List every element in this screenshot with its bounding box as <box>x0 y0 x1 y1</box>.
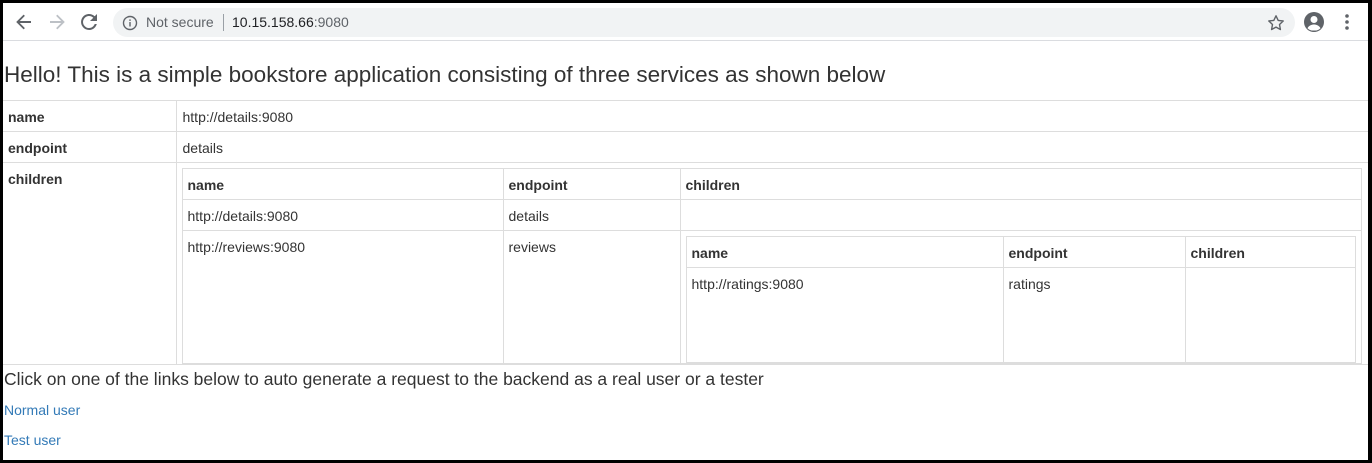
children-cell: name endpoint children http://details:90… <box>176 162 1368 365</box>
normal-user-link[interactable]: Normal user <box>4 402 80 418</box>
header-endpoint: endpoint <box>502 168 681 200</box>
security-label: Not secure <box>146 14 214 30</box>
endpoint-row: endpoint details <box>3 131 1368 163</box>
url-port: :9080 <box>313 14 349 30</box>
header-children: children <box>1184 236 1356 268</box>
reload-button[interactable] <box>77 10 101 34</box>
more-vert-icon <box>1345 14 1349 30</box>
info-icon[interactable] <box>122 15 138 31</box>
table-header-row: name endpoint children <box>181 168 1362 200</box>
cell-name: http://details:9080 <box>181 199 504 231</box>
cell-children <box>1184 267 1356 363</box>
header-name: name <box>685 236 1004 268</box>
reload-icon <box>81 13 97 30</box>
address-bar[interactable]: Not secure 10.15.158.66:9080 <box>113 8 1295 37</box>
browser-window: Not secure 10.15.158.66:9080 Hello! This… <box>3 3 1368 460</box>
table-header-row: name endpoint children <box>685 236 1356 268</box>
menu-button[interactable] <box>1335 10 1359 34</box>
url-host: 10.15.158.66 <box>232 14 314 30</box>
endpoint-key: endpoint <box>3 131 177 163</box>
children-table: name endpoint children http://details:90… <box>181 168 1362 364</box>
table-row: http://details:9080 details <box>181 199 1362 231</box>
header-endpoint: endpoint <box>1002 236 1186 268</box>
header-name: name <box>181 168 504 200</box>
children-key: children <box>3 162 177 365</box>
children-row: children name endpoint children http://d… <box>3 162 1368 365</box>
bookmark-star-icon[interactable] <box>1267 14 1285 32</box>
instructions-text: Click on one of the links below to auto … <box>4 369 764 389</box>
cell-endpoint: reviews <box>502 230 681 364</box>
cell-name: http://ratings:9080 <box>685 267 1004 363</box>
cell-children: name endpoint children http://ratings:90… <box>679 230 1362 364</box>
header-children: children <box>679 168 1362 200</box>
nested-children-table: name endpoint children http://ratings:90… <box>685 236 1356 363</box>
arrow-right-icon <box>50 14 65 30</box>
omnibox-divider <box>223 14 224 31</box>
account-icon <box>1304 12 1324 32</box>
cell-children <box>679 199 1362 231</box>
browser-toolbar: Not secure 10.15.158.66:9080 <box>3 3 1368 41</box>
forward-button[interactable] <box>45 10 69 34</box>
test-user-link[interactable]: Test user <box>4 432 61 448</box>
table-row: http://reviews:9080 reviews name endpoin… <box>181 230 1362 364</box>
profile-button[interactable] <box>1302 10 1326 34</box>
url-text[interactable]: 10.15.158.66:9080 <box>232 14 349 30</box>
cell-endpoint: ratings <box>1002 267 1186 363</box>
endpoint-value: details <box>176 131 1368 163</box>
cell-endpoint: details <box>502 199 681 231</box>
back-button[interactable] <box>12 10 36 34</box>
table-row: http://ratings:9080 ratings <box>685 267 1356 363</box>
cell-name: http://reviews:9080 <box>181 230 504 364</box>
name-value: http://details:9080 <box>176 100 1368 132</box>
service-table: name http://details:9080 endpoint detail… <box>3 100 1368 365</box>
arrow-left-icon <box>16 14 31 30</box>
name-key: name <box>3 100 177 132</box>
page-heading: Hello! This is a simple bookstore applic… <box>4 62 886 87</box>
name-row: name http://details:9080 <box>3 100 1368 132</box>
